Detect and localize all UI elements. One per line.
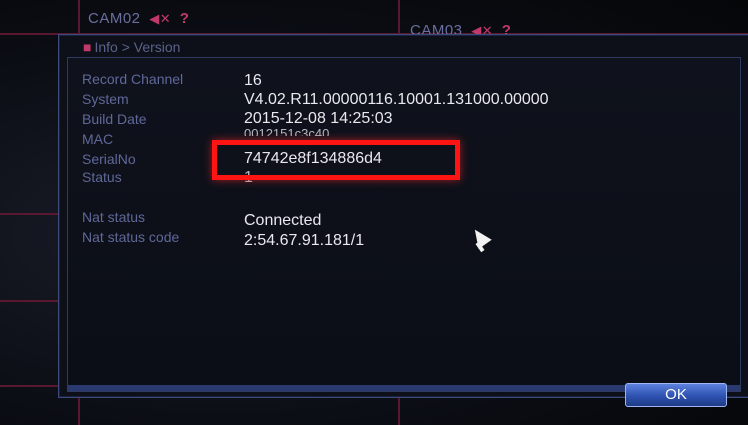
- field-value-nat-status: Connected: [244, 212, 322, 229]
- field-label-status: Status: [82, 169, 122, 185]
- speaker-muted-icon: ◀✕: [149, 11, 172, 26]
- field-label-build-date: Build Date: [82, 111, 147, 127]
- camera-label-cam02: CAM02 ◀✕ ?: [88, 10, 189, 27]
- field-label-serialno: SerialNo: [82, 151, 136, 167]
- breadcrumb: ■ Info > Version: [83, 39, 180, 55]
- info-icon: ■: [83, 39, 92, 55]
- field-label-record-channel: Record Channel: [82, 71, 184, 87]
- grid-divider: [0, 213, 60, 215]
- field-value-record-channel: 16: [244, 72, 262, 89]
- serial-highlight-box: [212, 140, 460, 180]
- field-value-system: V4.02.R11.00000116.10001.131000.00000: [244, 91, 549, 108]
- field-label-mac: MAC: [82, 131, 114, 147]
- grid-divider: [0, 300, 60, 302]
- field-label-nat-status: Nat status: [82, 209, 146, 225]
- ok-button[interactable]: OK: [625, 383, 727, 407]
- field-label-system: System: [82, 91, 129, 107]
- version-info-dialog: ■ Info > Version Record Channel 16 System…: [58, 34, 748, 407]
- camera-status: ?: [179, 10, 190, 27]
- field-value-mac: 0012151c3c40: [244, 126, 330, 136]
- field-value-nat-status-code: 2:54.67.91.181/1: [244, 232, 365, 249]
- breadcrumb-text: Info > Version: [94, 39, 181, 55]
- camera-name: CAM02: [88, 10, 141, 27]
- info-panel: Record Channel 16 System V4.02.R11.00000…: [67, 57, 741, 392]
- field-label-nat-status-code: Nat status code: [82, 229, 180, 245]
